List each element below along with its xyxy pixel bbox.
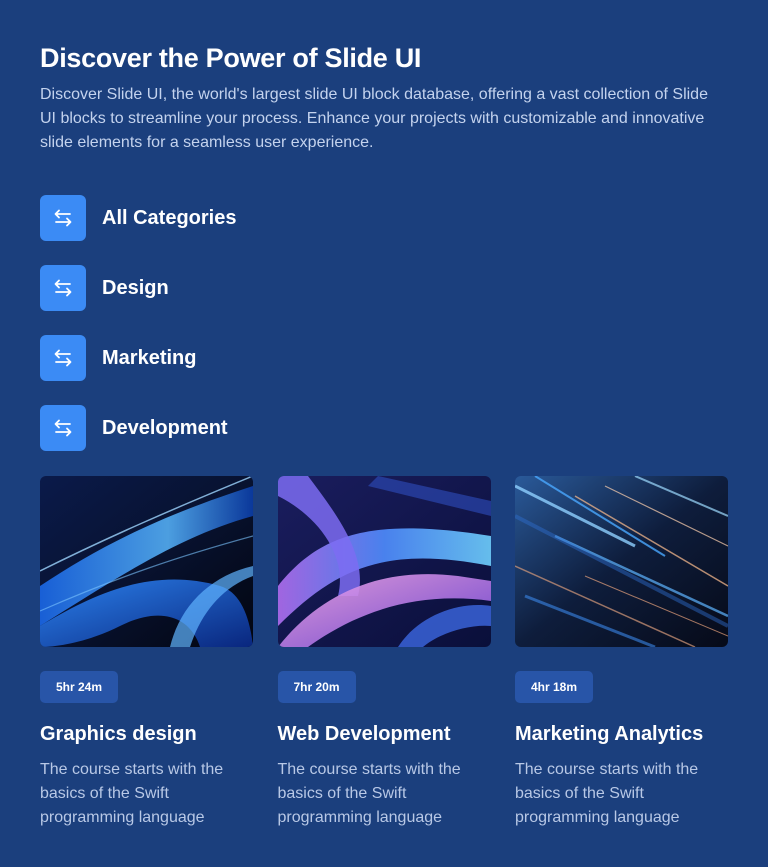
- page-title: Discover the Power of Slide UI: [40, 43, 422, 73]
- category-design[interactable]: Design: [40, 265, 728, 311]
- swap-arrows-icon: [40, 335, 86, 381]
- page: Discover the Power of Slide UI Discover …: [40, 40, 728, 826]
- category-development[interactable]: Development: [40, 405, 728, 451]
- course-thumbnail-abstract-purple-ribbons: [277, 476, 491, 647]
- course-card-web-development[interactable]: 7hr 20m Web Development The course start…: [277, 476, 491, 830]
- course-thumbnail-abstract-blue-waves: [40, 476, 253, 647]
- course-thumbnail-abstract-light-streaks: [515, 476, 728, 647]
- course-title: Marketing Analytics: [515, 723, 704, 745]
- duration-badge: 4hr 18m: [515, 671, 594, 703]
- category-marketing[interactable]: Marketing: [40, 335, 728, 381]
- duration-badge: 5hr 24m: [40, 671, 119, 703]
- swap-arrows-icon: [40, 195, 86, 241]
- course-description: The course starts with the basics of the…: [40, 761, 224, 826]
- category-label: Design: [102, 276, 169, 299]
- category-label: All Categories: [102, 206, 237, 229]
- course-description: The course starts with the basics of the…: [277, 761, 461, 826]
- category-list: All Categories Design Marketing Developm…: [40, 195, 728, 451]
- course-card-list: 5hr 24m Graphics design The course start…: [40, 476, 728, 830]
- category-label: Marketing: [102, 346, 197, 369]
- swap-arrows-icon: [40, 405, 86, 451]
- category-all-categories[interactable]: All Categories: [40, 195, 728, 241]
- course-description: The course starts with the basics of the…: [515, 761, 699, 826]
- course-title: Web Development: [277, 723, 451, 745]
- course-title: Graphics design: [40, 723, 197, 745]
- duration-badge: 7hr 20m: [277, 671, 356, 703]
- course-card-marketing-analytics[interactable]: 4hr 18m Marketing Analytics The course s…: [515, 476, 728, 830]
- course-card-graphics-design[interactable]: 5hr 24m Graphics design The course start…: [40, 476, 253, 830]
- page-description: Discover Slide UI, the world's largest s…: [40, 86, 708, 151]
- category-label: Development: [102, 416, 228, 439]
- swap-arrows-icon: [40, 265, 86, 311]
